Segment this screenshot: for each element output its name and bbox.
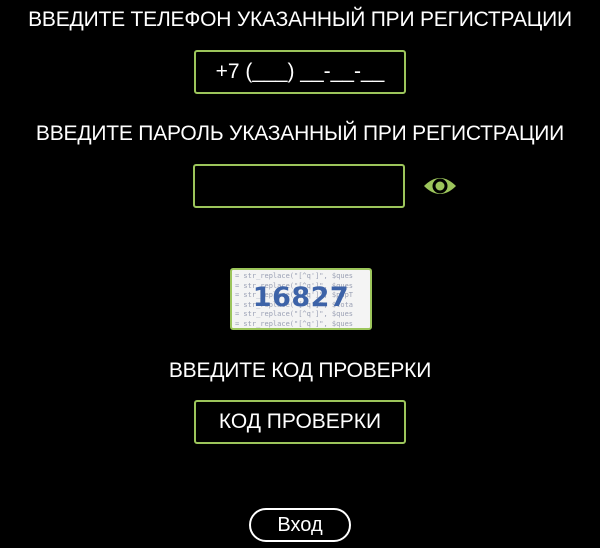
password-input[interactable]	[193, 164, 405, 208]
phone-label: ВВЕДИТЕ ТЕЛЕФОН УКАЗАННЫЙ ПРИ РЕГИСТРАЦИ…	[28, 8, 572, 31]
phone-input[interactable]	[194, 50, 406, 94]
code-label: ВВЕДИТЕ КОД ПРОВЕРКИ	[168, 359, 432, 382]
password-label: ВВЕДИТЕ ПАРОЛЬ УКАЗАННЫЙ ПРИ РЕГИСТРАЦИИ	[35, 122, 565, 145]
eye-icon[interactable]	[422, 171, 458, 201]
login-button[interactable]: Вход	[249, 508, 351, 542]
captcha-code: 16827	[252, 282, 350, 313]
captcha-image: = str_replace("[^q']", $ques = str_replac…	[230, 268, 372, 330]
code-input[interactable]	[194, 400, 406, 444]
